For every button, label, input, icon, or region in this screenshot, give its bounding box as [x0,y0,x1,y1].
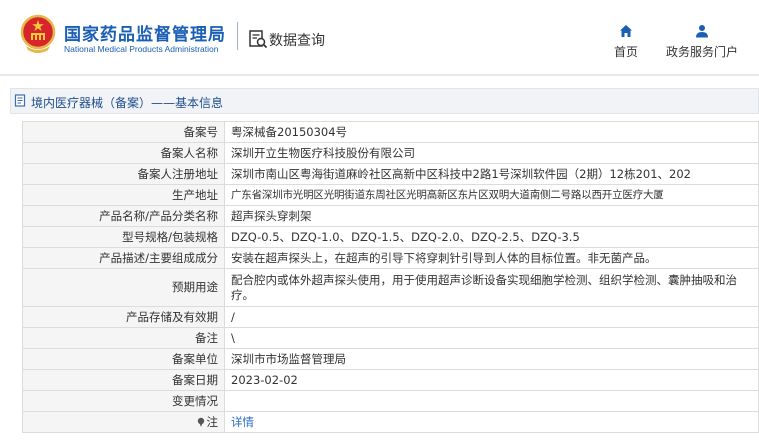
document-icon [14,94,26,107]
table-row: 备案人注册地址 深圳市南山区粤海街道麻岭社区高新中区科技中2路1号深圳软件园（2… [22,163,759,185]
row-label: 产品名称/产品分类名称 [22,205,225,227]
table-row: 预期用途 配合腔内或体外超声探头使用，用于使用超声诊断设备实现细胞学检测、组织学… [22,268,759,307]
row-value: 配合腔内或体外超声探头使用，用于使用超声诊断设备实现细胞学检测、组织学检测、囊肿… [224,268,759,307]
table-row: 注 详情 [22,411,759,433]
section-title: 境内医疗器械（备案）——基本信息 [31,96,224,110]
row-value: 超声探头穿刺架 [224,205,759,227]
row-value: / [224,306,759,328]
nav-gov-service-label: 政务服务门户 [665,45,738,59]
site-name-en: National Medical Products Administration [64,44,219,54]
table-row: 备案日期 2023-02-02 [22,369,759,391]
table-row: 变更情况 [22,390,759,412]
row-label: 变更情况 [22,390,225,412]
table-row: 生产地址 广东省深圳市光明区光明街道东周社区光明高新区东片区双明大道南侧二号路以… [22,184,759,206]
row-value: 深圳市市场监督管理局 [224,348,759,370]
table-row: 产品描述/主要组成成分 安装在超声探头上，在超声的引导下将穿刺针引导到人体的目标… [22,247,759,269]
user-icon [696,25,708,38]
table-row: 备注 \ [22,327,759,349]
table-row: 产品名称/产品分类名称 超声探头穿刺架 [22,205,759,227]
site-header: 国家药品监督管理局 National Medical Products Admi… [0,0,759,74]
home-icon [620,25,632,37]
row-label: 产品描述/主要组成成分 [22,247,225,269]
row-value: \ [224,327,759,349]
row-value: 安装在超声探头上，在超声的引导下将穿刺针引导到人体的目标位置。非无菌产品。 [224,247,759,269]
row-label: 备案日期 [22,369,225,391]
row-value: 广东省深圳市光明区光明街道东周社区光明高新区东片区双明大道南侧二号路以西开立医疗… [224,184,759,206]
header-separator [0,74,759,76]
table-row: 备案单位 深圳市市场监督管理局 [22,348,759,370]
record-info-table: 备案号 粤深械备20150304号 备案人名称 深圳开立生物医疗科技股份有限公司… [22,121,759,433]
site-name-cn: 国家药品监督管理局 [64,25,226,45]
row-label: 预期用途 [22,268,225,307]
row-value: 粤深械备20150304号 [224,121,759,143]
row-label: 型号规格/包装规格 [22,226,225,248]
row-label: 备案人名称 [22,142,225,164]
row-value: 深圳开立生物医疗科技股份有限公司 [224,142,759,164]
row-value: 2023-02-02 [224,369,759,391]
data-query-label[interactable]: 数据查询 [269,30,325,50]
detail-link[interactable]: 详情 [231,415,254,429]
pin-icon [197,417,204,427]
header-divider [237,22,238,50]
row-label: 备案号 [22,121,225,143]
row-label: 备案人注册地址 [22,163,225,185]
table-row: 备案号 粤深械备20150304号 [22,121,759,143]
national-emblem-icon [20,14,56,53]
nav-home[interactable]: 首页 [608,24,644,64]
data-query-icon [249,30,268,49]
table-row: 产品存储及有效期 / [22,306,759,328]
section-header: 境内医疗器械（备案）——基本信息 [10,88,759,114]
row-label: 备案单位 [22,348,225,370]
row-value: DZQ-0.5、DZQ-1.0、DZQ-1.5、DZQ-2.0、DZQ-2.5、… [224,226,759,248]
row-label: 备注 [22,327,225,349]
table-row: 型号规格/包装规格 DZQ-0.5、DZQ-1.0、DZQ-1.5、DZQ-2.… [22,226,759,248]
table-row: 备案人名称 深圳开立生物医疗科技股份有限公司 [22,142,759,164]
nav-home-label: 首页 [613,45,638,59]
row-value: 深圳市南山区粤海街道麻岭社区高新中区科技中2路1号深圳软件园（2期）12栋201… [224,163,759,185]
note-label-text: 注 [206,414,219,429]
nav-gov-service[interactable]: 政务服务门户 [662,24,742,64]
row-label: 生产地址 [22,184,225,206]
row-value: 详情 [224,411,759,433]
row-value [224,390,759,412]
row-label: 产品存储及有效期 [22,306,225,328]
row-label-note: 注 [22,411,225,433]
